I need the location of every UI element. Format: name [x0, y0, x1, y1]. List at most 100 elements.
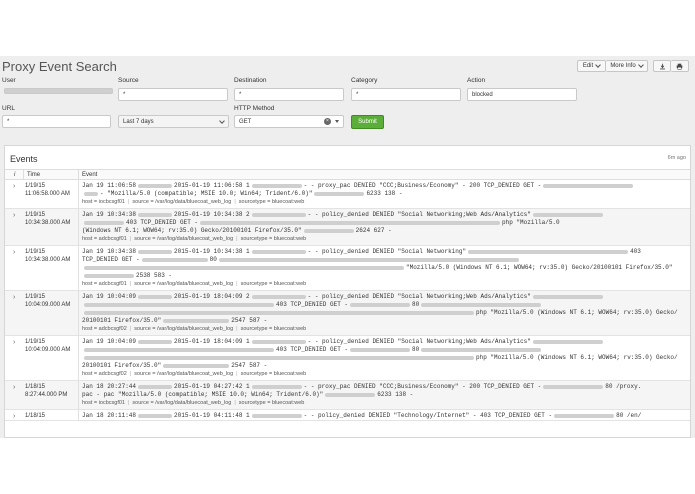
- redacted-value: [543, 385, 604, 389]
- event-time[interactable]: 1/18/15 8:27:44.000 PM: [25, 383, 79, 399]
- redacted-value: [84, 303, 274, 307]
- download-button[interactable]: [653, 60, 671, 72]
- redacted-value: [251, 414, 302, 418]
- column-divider: [78, 246, 79, 290]
- chevron-down-icon: [219, 117, 225, 124]
- redacted-value: [251, 213, 306, 217]
- redacted-value: [163, 364, 230, 368]
- event-time[interactable]: 1/19/15 10:04:09.000 AM: [25, 338, 79, 354]
- source-field[interactable]: *: [118, 88, 228, 101]
- events-age: 6m ago: [667, 155, 686, 161]
- event-meta: host = adcbcsgf02 | source = /var/log/data…: [82, 326, 307, 332]
- redacted-value: [141, 258, 208, 262]
- event-time[interactable]: 1/19/15 10:04:09.000 AM: [25, 293, 79, 309]
- column-divider: [78, 180, 79, 208]
- edit-more-group: Edit More Info: [577, 60, 648, 72]
- table-row: › 1/19/15 10:34:38.000 AM Jan 19 10:34:3…: [5, 209, 690, 246]
- page-title: Proxy Event Search: [2, 59, 117, 74]
- expand-row-icon[interactable]: ›: [13, 183, 15, 190]
- category-field[interactable]: *: [351, 88, 461, 101]
- action-field[interactable]: blocked: [467, 88, 577, 101]
- redacted-value: [84, 221, 124, 225]
- col-time-header[interactable]: Time: [27, 172, 40, 178]
- redacted-value: [303, 229, 354, 233]
- redacted-value: [84, 274, 134, 278]
- expand-row-icon[interactable]: ›: [13, 384, 15, 391]
- http-method-select[interactable]: GET ×: [234, 115, 344, 128]
- column-divider: [78, 336, 79, 380]
- redacted-value: [84, 311, 474, 315]
- event-meta: host = iocbcsgf01 | source = /var/log/data…: [82, 199, 305, 205]
- http-method-label: HTTP Method: [234, 105, 275, 112]
- caret-down-icon: [335, 120, 339, 123]
- col-event-header[interactable]: Event: [82, 172, 97, 178]
- redacted-value: [84, 356, 474, 360]
- redacted-value: [218, 258, 519, 262]
- redacted-value: [532, 340, 603, 344]
- redacted-value: [138, 340, 173, 344]
- expand-row-icon[interactable]: ›: [13, 413, 15, 420]
- clear-icon[interactable]: ×: [324, 118, 331, 125]
- redacted-value: [251, 340, 306, 344]
- edit-button[interactable]: Edit: [577, 60, 606, 72]
- redacted-value: [138, 385, 173, 389]
- event-meta: host = iocbcsgf01 | source = /var/log/data…: [82, 400, 305, 406]
- column-divider: [78, 209, 79, 245]
- event-time[interactable]: 1/19/15 10:34:38.000 AM: [25, 248, 79, 264]
- table-row: › 1/18/15 8:27:44.000 PM Jan 18 20:27:44…: [5, 381, 690, 410]
- redacted-value: [138, 213, 173, 217]
- expand-row-icon[interactable]: ›: [13, 212, 15, 219]
- event-raw: Jan 19 10:04:09 2015-01-19 18:04:09 2- - …: [82, 291, 690, 335]
- source-label: Source: [118, 77, 139, 84]
- proxy-event-search-page: Proxy Event Search Edit More Info User S…: [0, 56, 695, 438]
- event-raw: Jan 18 20:11:48 2015-01-19 04:11:48 1- - …: [82, 412, 642, 419]
- redacted-value: [251, 184, 302, 188]
- expand-row-icon[interactable]: ›: [13, 339, 15, 346]
- print-button[interactable]: [671, 60, 689, 72]
- event-raw: Jan 19 10:34:38 2015-01-19 10:34:38 2- - …: [82, 209, 690, 245]
- event-raw: Jan 19 10:34:38 2015-01-19 10:34:38 1- - …: [82, 246, 690, 290]
- time-range-picker[interactable]: Last 7 days: [118, 115, 229, 128]
- redacted-value: [251, 385, 302, 389]
- table-row: › 1/19/15 10:04:09.000 AM Jan 19 10:04:0…: [5, 291, 690, 336]
- redacted-value: [325, 393, 376, 397]
- expand-row-icon[interactable]: ›: [13, 294, 15, 301]
- redacted-value: [532, 213, 603, 217]
- user-field[interactable]: [4, 88, 113, 94]
- event-raw: Jan 19 11:06:58 2015-01-19 11:06:58 1- - …: [82, 180, 690, 208]
- redacted-value: [314, 192, 365, 196]
- events-table-header: i Time Event: [5, 169, 690, 180]
- events-rows: › 1/19/15 11:06:58.000 AM Jan 19 11:06:5…: [5, 180, 690, 421]
- table-row: › 1/19/15 10:04:09.000 AM Jan 19 10:04:0…: [5, 336, 690, 381]
- url-field[interactable]: *: [2, 115, 111, 128]
- redacted-value: [251, 250, 306, 254]
- col-info-header: i: [14, 172, 16, 178]
- print-icon: [676, 63, 683, 70]
- destination-field[interactable]: *: [234, 88, 344, 101]
- expand-row-icon[interactable]: ›: [13, 249, 15, 256]
- more-info-button[interactable]: More Info: [606, 60, 648, 72]
- event-meta: host = adcbcsgf01 | source = /var/log/data…: [82, 236, 307, 242]
- redacted-value: [350, 303, 411, 307]
- redacted-value: [350, 348, 411, 352]
- redacted-value: [84, 192, 98, 196]
- redacted-value: [554, 414, 615, 418]
- event-time[interactable]: 1/19/15 11:06:58.000 AM: [25, 182, 79, 198]
- redacted-value: [200, 221, 501, 225]
- download-icon: [659, 63, 665, 69]
- column-divider: [78, 381, 79, 409]
- submit-button[interactable]: Submit: [351, 115, 384, 129]
- redacted-value: [421, 348, 542, 352]
- chevron-down-icon: [595, 62, 602, 68]
- redacted-value: [138, 250, 173, 254]
- event-raw: Jan 19 10:04:09 2015-01-19 18:04:09 1- - …: [82, 336, 690, 380]
- table-row: › 1/19/15 11:06:58.000 AM Jan 19 11:06:5…: [5, 180, 690, 209]
- event-time[interactable]: 1/18/15: [25, 412, 79, 420]
- action-label: Action: [467, 77, 486, 84]
- event-raw: Jan 18 20:27:44 2015-01-19 04:27:42 1- - …: [82, 381, 690, 409]
- column-divider: [78, 170, 79, 179]
- event-meta: host = adcbcsgf02 | source = /var/log/data…: [82, 371, 307, 377]
- event-time[interactable]: 1/19/15 10:34:38.000 AM: [25, 211, 79, 227]
- table-row: › 1/18/15 Jan 18 20:11:48 2015-01-19 04:1…: [5, 410, 690, 421]
- column-divider: [78, 410, 79, 420]
